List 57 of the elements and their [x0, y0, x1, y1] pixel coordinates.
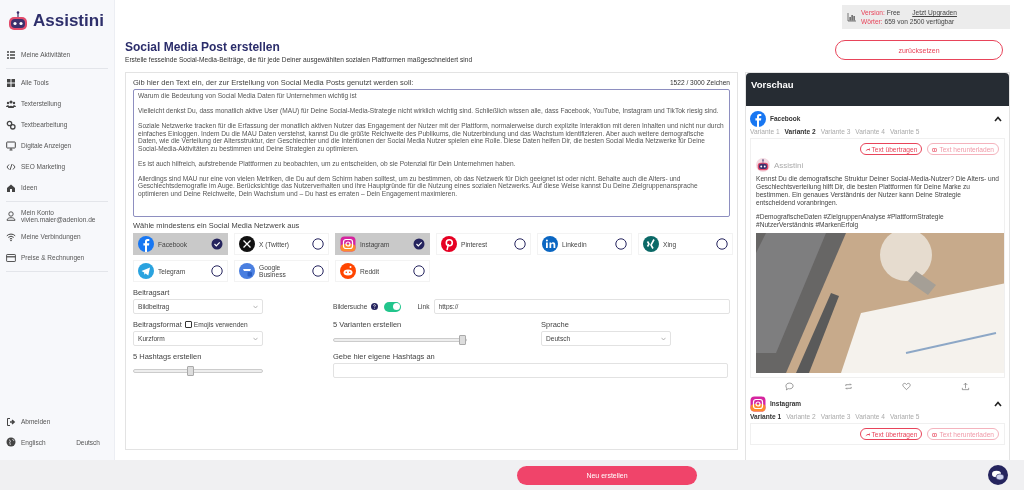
- network-logo-icon: [340, 236, 356, 252]
- network-logo-icon: [643, 236, 659, 252]
- network-logo-icon: [239, 263, 255, 279]
- slider-thumb[interactable]: [459, 335, 466, 345]
- help-icon[interactable]: [371, 303, 379, 310]
- brand-name: Assistini: [33, 11, 104, 31]
- network-logo-icon: [750, 110, 766, 127]
- slider-track[interactable]: [133, 369, 263, 373]
- check-circle-icon[interactable]: [211, 238, 223, 250]
- radio-circle-icon[interactable]: [312, 238, 324, 250]
- network-logo-icon: [138, 236, 154, 252]
- download-icon: [932, 146, 938, 152]
- chat-icon[interactable]: [988, 465, 1008, 485]
- radio-circle-icon[interactable]: [514, 238, 526, 250]
- network-logo-icon: [138, 263, 154, 279]
- check-circle-icon[interactable]: [413, 238, 425, 250]
- radio-circle-icon[interactable]: [413, 265, 425, 277]
- caret-icon: [253, 304, 258, 309]
- gears-icon: [6, 119, 16, 130]
- wifi-icon: [6, 231, 16, 242]
- hashtags-field[interactable]: [333, 363, 728, 378]
- network-logo-icon: [239, 236, 255, 252]
- caret-icon: [253, 336, 258, 341]
- preview-header: Vorschau: [746, 73, 1009, 106]
- radio-circle-icon[interactable]: [211, 265, 223, 277]
- toggle-switch[interactable]: [384, 301, 402, 312]
- globe-icon: [6, 437, 16, 447]
- house-icon: [6, 182, 16, 193]
- radio-circle-icon[interactable]: [615, 238, 627, 250]
- share-arrow-icon: [864, 431, 870, 437]
- network-logo-icon: [441, 236, 457, 252]
- network-logo-icon: [542, 236, 558, 252]
- network-logo-icon: [750, 395, 766, 412]
- radio-circle-icon[interactable]: [312, 265, 324, 277]
- upload-icon[interactable]: [961, 382, 971, 391]
- logout-icon: [6, 416, 16, 427]
- card-icon: [6, 252, 16, 263]
- slider-track[interactable]: [333, 338, 467, 342]
- author-name: Assistini: [774, 160, 804, 170]
- robot-logo-icon: [6, 10, 30, 32]
- bar-chart-icon: [847, 12, 857, 22]
- page-title: Social Media Post erstellen: [125, 40, 281, 54]
- user-icon: [6, 210, 16, 221]
- download-icon: [932, 431, 938, 437]
- monitor-icon: [6, 140, 16, 151]
- share-arrow-icon: [864, 146, 870, 152]
- grid-icon: [6, 77, 16, 88]
- network-logo-icon: [340, 263, 356, 279]
- people-icon: [6, 98, 16, 109]
- slider-thumb[interactable]: [187, 366, 195, 376]
- caret-icon: [661, 336, 666, 341]
- robot-avatar-icon: [756, 158, 770, 172]
- chevron-icon[interactable]: [994, 400, 1002, 407]
- chevron-icon[interactable]: [994, 115, 1002, 122]
- radio-circle-icon[interactable]: [716, 238, 728, 250]
- code-icon: [6, 161, 16, 172]
- list-icon: [6, 49, 16, 60]
